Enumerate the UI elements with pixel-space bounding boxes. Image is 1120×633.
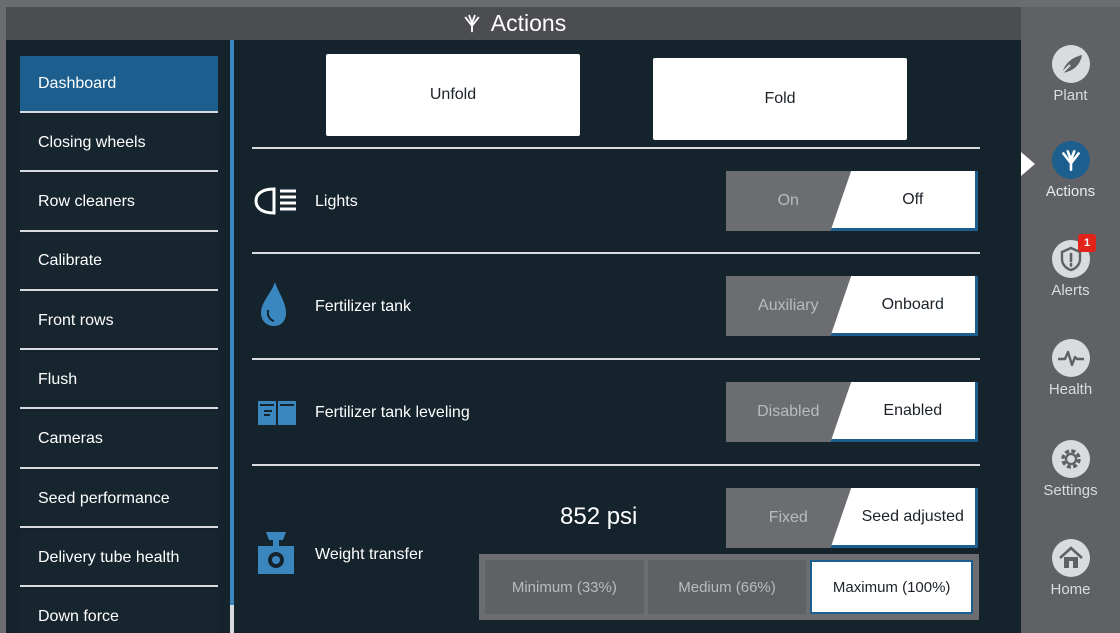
divider: [252, 147, 980, 149]
nav-settings-label: Settings: [1043, 482, 1098, 499]
fertilizer-tank-leveling-label: Fertilizer tank leveling: [315, 404, 470, 421]
active-nav-pointer: [1021, 152, 1035, 176]
menu-item-cameras[interactable]: Cameras: [20, 411, 218, 469]
onboard-option[interactable]: Onboard: [830, 276, 978, 336]
unfold-button[interactable]: Unfold: [326, 54, 580, 136]
fold-button[interactable]: Fold: [653, 58, 907, 140]
menu-item-front-rows[interactable]: Front rows: [20, 293, 218, 351]
nav-plant[interactable]: Plant: [1021, 45, 1120, 104]
enabled-option[interactable]: Enabled: [830, 382, 978, 442]
menu-item-seed-performance[interactable]: Seed performance: [20, 471, 218, 529]
nav-actions-label: Actions: [1045, 183, 1096, 200]
divider: [252, 464, 980, 466]
nav-alerts-label: Alerts: [1051, 282, 1090, 299]
tank-leveling-icon: [258, 397, 296, 429]
menu-item-dashboard[interactable]: Dashboard: [20, 56, 218, 113]
menu-item-delivery-tube-health[interactable]: Delivery tube health: [20, 530, 218, 588]
level-maximum-option[interactable]: Maximum (100%): [810, 560, 974, 614]
nav-settings[interactable]: Settings: [1021, 440, 1120, 499]
weight-transfer-pressure: 852 psi: [560, 503, 638, 530]
actions-icon: [464, 14, 480, 32]
title-bar: Actions: [6, 7, 1021, 40]
lights-toggle: On Off: [726, 171, 978, 231]
menu-item-flush[interactable]: Flush: [20, 352, 218, 410]
actions-panel: Unfold Fold Lights On Off Fertilizer tan…: [252, 40, 982, 633]
nav-plant-label: Plant: [1053, 87, 1088, 104]
home-icon: [1051, 539, 1090, 577]
menu-scrollbar[interactable]: [230, 40, 234, 633]
plant-icon: [1051, 45, 1090, 83]
menu-item-down-force[interactable]: Down force: [20, 589, 218, 633]
scale-icon: [258, 532, 294, 574]
droplet-icon: [261, 282, 286, 326]
menu-item-closing-wheels[interactable]: Closing wheels: [20, 115, 218, 173]
nav-home[interactable]: Home: [1021, 539, 1120, 598]
nav-actions[interactable]: Actions: [1021, 141, 1120, 200]
fixed-option[interactable]: Fixed: [726, 488, 851, 548]
gear-icon: [1051, 440, 1090, 478]
side-menu: Dashboard Closing wheels Row cleaners Ca…: [20, 56, 218, 633]
weight-transfer-toggle: Fixed Seed adjusted: [726, 488, 978, 548]
nav-health-label: Health: [1048, 381, 1093, 398]
divider: [252, 252, 980, 254]
menu-item-row-cleaners[interactable]: Row cleaners: [20, 174, 218, 232]
alerts-count-badge: 1: [1078, 234, 1096, 252]
weight-transfer-label: Weight transfer: [315, 546, 424, 563]
lights-label: Lights: [315, 193, 358, 210]
lights-off-option[interactable]: Off: [830, 171, 978, 231]
seed-adjusted-option[interactable]: Seed adjusted: [830, 488, 978, 548]
menu-scrollbar-thumb[interactable]: [230, 605, 234, 633]
nav-home-label: Home: [1050, 581, 1091, 598]
disabled-option[interactable]: Disabled: [726, 382, 851, 442]
nav-health[interactable]: Health: [1021, 339, 1120, 398]
fertilizer-tank-toggle: Auxiliary Onboard: [726, 276, 978, 336]
actions-icon: [1051, 141, 1090, 179]
page-title: Actions: [490, 10, 567, 36]
level-medium-option[interactable]: Medium (66%): [647, 560, 807, 614]
right-nav: Plant Actions 1 Alerts Health Settings H…: [1021, 7, 1120, 633]
divider: [252, 358, 980, 360]
auxiliary-option[interactable]: Auxiliary: [726, 276, 851, 336]
level-minimum-option[interactable]: Minimum (33%): [485, 560, 644, 614]
weight-transfer-level-selector: Minimum (33%) Medium (66%) Maximum (100%…: [479, 554, 979, 620]
main-screen: Dashboard Closing wheels Row cleaners Ca…: [6, 40, 1021, 633]
nav-alerts[interactable]: 1 Alerts: [1021, 234, 1120, 299]
lights-on-option[interactable]: On: [726, 171, 851, 231]
fertilizer-tank-leveling-toggle: Disabled Enabled: [726, 382, 978, 442]
fertilizer-tank-label: Fertilizer tank: [315, 298, 412, 315]
heartbeat-icon: [1051, 339, 1090, 377]
menu-item-calibrate[interactable]: Calibrate: [20, 233, 218, 291]
headlight-icon: [254, 187, 296, 215]
